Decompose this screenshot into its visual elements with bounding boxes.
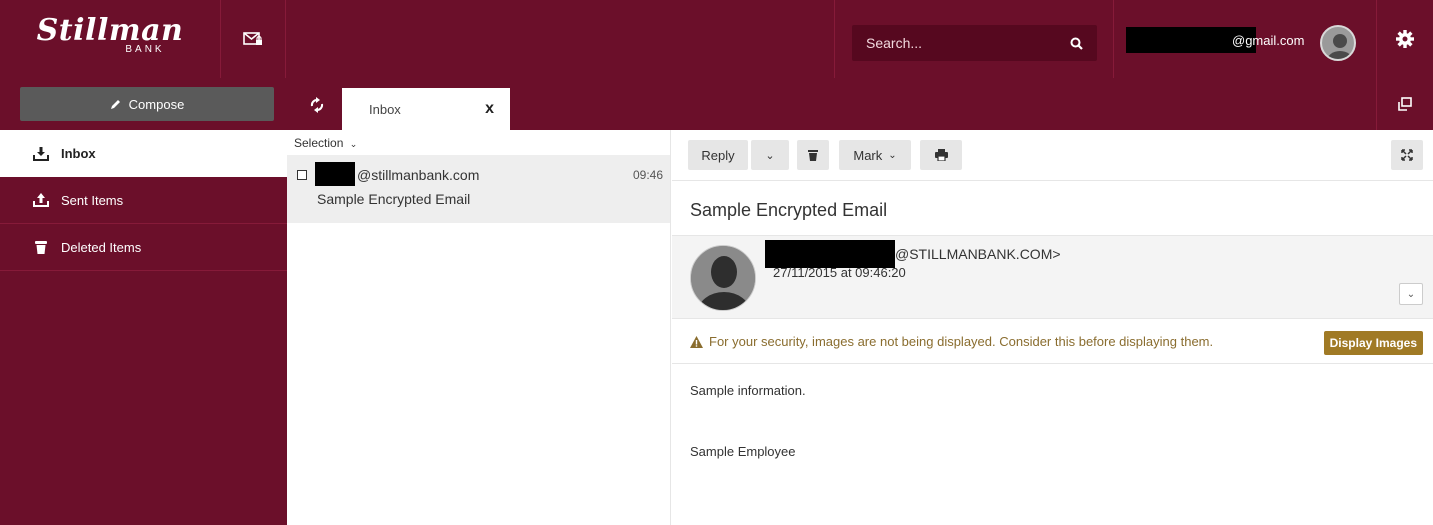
close-icon[interactable]: x [485, 100, 494, 118]
reply-options-button[interactable]: ⌄ [751, 140, 789, 170]
selection-dropdown[interactable]: Selection ⌄ [294, 136, 357, 150]
sender-email: @STILLMANBANK.COM> [895, 246, 1061, 262]
sent-icon [33, 193, 49, 207]
pencil-icon [110, 99, 120, 109]
message-subject-title: Sample Encrypted Email [690, 200, 888, 220]
print-button[interactable] [920, 140, 962, 170]
sidebar-item-label: Sent Items [61, 192, 124, 208]
delete-button[interactable] [797, 140, 829, 170]
print-icon [934, 149, 948, 161]
trash-icon [808, 150, 818, 161]
chevron-down-icon: ⌄ [1406, 288, 1416, 300]
secure-mail-button[interactable] [220, 0, 286, 78]
chevron-down-icon: ⌄ [888, 149, 897, 161]
mark-button[interactable]: Mark ⌄ [839, 140, 911, 170]
top-bar: Stillman BANK Search... @gmail.com [0, 0, 1433, 78]
list-item[interactable]: @stillmanbank.com 09:46 Sample Encrypted… [287, 155, 670, 223]
refresh-button[interactable] [302, 93, 332, 117]
redacted-sender [765, 240, 895, 268]
sidebar: Inbox Sent Items Deleted Items [0, 130, 287, 525]
inbox-icon [33, 146, 49, 161]
selection-label: Selection [294, 136, 344, 150]
sidebar-item-inbox[interactable]: Inbox [0, 130, 287, 177]
compose-button[interactable]: Compose [20, 87, 274, 121]
message-date: 27/11/2015 at 09:46:20 [773, 265, 906, 280]
redacted-sender [315, 162, 355, 186]
divider [1113, 0, 1114, 78]
user-silhouette-icon [691, 246, 755, 310]
search-placeholder: Search... [866, 35, 923, 51]
reply-button[interactable]: Reply [688, 140, 748, 170]
sidebar-item-label: Deleted Items [61, 239, 142, 255]
sidebar-item-sent[interactable]: Sent Items [0, 177, 287, 224]
message-subject: Sample Encrypted Email [317, 191, 471, 207]
security-warning: For your security, images are not being … [672, 320, 1433, 364]
body-paragraph: Sample Employee [690, 444, 796, 459]
expand-icon [1401, 149, 1413, 161]
user-email: @gmail.com [1232, 32, 1305, 48]
divider [834, 0, 835, 78]
popout-button[interactable] [1376, 78, 1433, 130]
search-icon[interactable] [1070, 37, 1083, 50]
tab-bar: Compose Inbox x [0, 78, 1433, 130]
message-checkbox[interactable] [297, 170, 307, 180]
message-header: @STILLMANBANK.COM> 27/11/2015 at 09:46:2… [672, 235, 1433, 319]
sidebar-item-deleted[interactable]: Deleted Items [0, 224, 287, 271]
chevron-down-icon: ⌄ [349, 139, 358, 149]
fullscreen-button[interactable] [1391, 140, 1423, 170]
tab-label: Inbox [369, 101, 401, 117]
warning-text: For your security, images are not being … [709, 334, 1214, 349]
reply-label: Reply [701, 147, 735, 163]
tab-inbox[interactable]: Inbox x [342, 88, 510, 130]
trash-icon [33, 240, 49, 254]
refresh-icon [310, 97, 324, 113]
gear-icon [1396, 30, 1414, 48]
body-paragraph: Sample information. [690, 383, 806, 398]
message-sender: @stillmanbank.com [357, 167, 480, 183]
bank-logo[interactable]: Stillman BANK [0, 0, 220, 78]
popout-icon [1398, 97, 1412, 111]
settings-button[interactable] [1376, 0, 1433, 78]
search-input[interactable]: Search... [852, 25, 1097, 61]
message-toolbar: Reply ⌄ Mark ⌄ [672, 130, 1433, 181]
warning-icon [690, 335, 703, 348]
compose-label: Compose [128, 96, 185, 112]
message-time: 09:46 [632, 168, 663, 182]
header-details-button[interactable]: ⌄ [1399, 283, 1423, 305]
mark-label: Mark [853, 147, 883, 163]
logo-name: Stillman [36, 13, 184, 48]
mail-lock-icon [243, 32, 262, 45]
avatar[interactable] [1320, 25, 1356, 61]
chevron-down-icon: ⌄ [765, 149, 775, 162]
avatar [690, 245, 756, 311]
sidebar-item-label: Inbox [61, 146, 96, 161]
reading-pane: Reply ⌄ Mark ⌄ Sample Encrypted Email @S… [672, 130, 1433, 525]
display-images-button[interactable]: Display Images [1323, 331, 1423, 355]
message-list: Selection ⌄ @stillmanbank.com 09:46 Samp… [287, 130, 671, 525]
